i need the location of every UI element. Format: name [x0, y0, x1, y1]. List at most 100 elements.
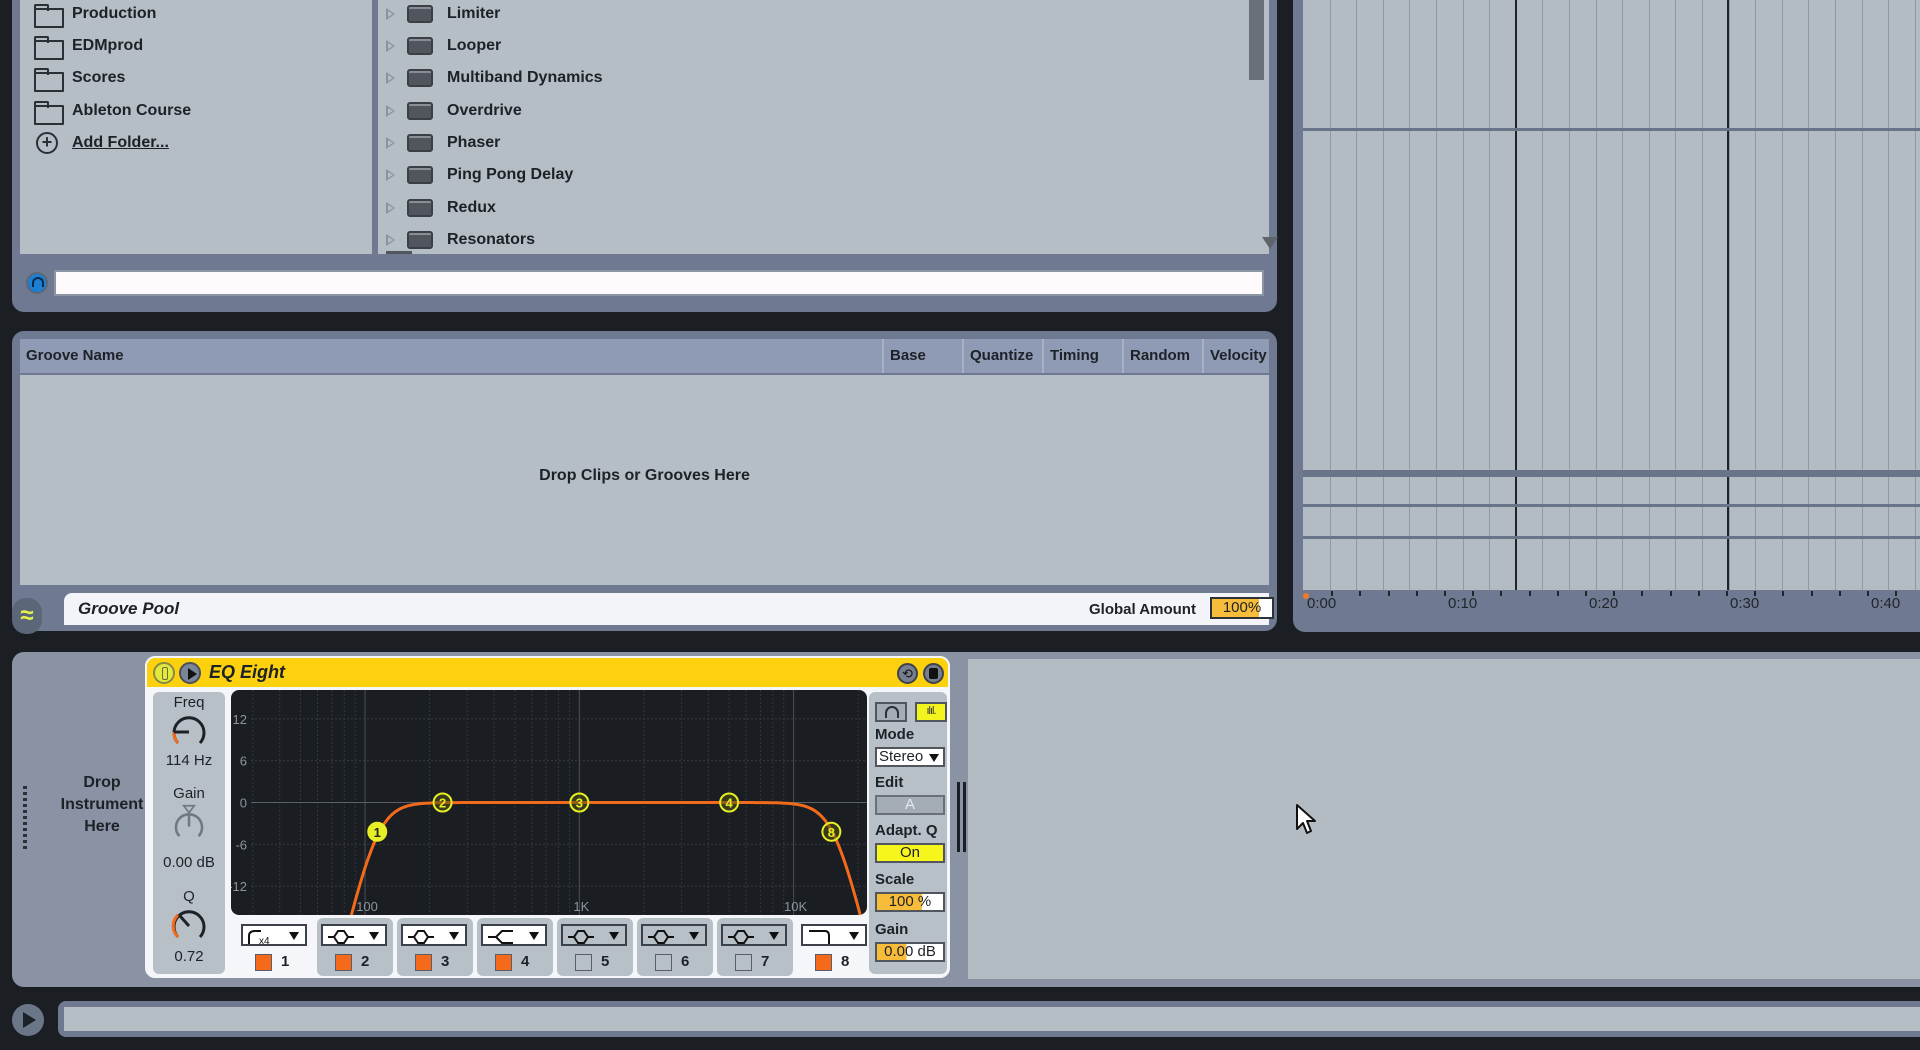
track-divider[interactable] — [1303, 470, 1920, 477]
browser-item[interactable]: Redux — [386, 193, 496, 223]
freq-value: 114 Hz — [165, 752, 213, 769]
band-on-toggle[interactable] — [575, 954, 592, 971]
edit-a-button[interactable]: A — [875, 795, 945, 815]
gain-knob[interactable] — [169, 804, 209, 844]
band-on-toggle[interactable] — [335, 954, 352, 971]
groove-table-header: Groove Name Base Quantize Timing Random … — [20, 339, 1269, 373]
device-resize-handle[interactable] — [957, 782, 966, 852]
scroll-down-arrow-icon[interactable] — [1262, 237, 1278, 249]
expand-triangle-icon[interactable] — [386, 72, 395, 84]
browser-search-input[interactable] — [54, 270, 1264, 296]
arrangement-grid[interactable] — [1303, 0, 1920, 590]
band-on-toggle[interactable] — [815, 954, 832, 971]
place-item-ableton-course[interactable]: Ableton Course — [34, 96, 191, 126]
freq-tick-label: 10K — [784, 899, 807, 914]
expand-triangle-icon[interactable] — [386, 202, 395, 214]
expand-triangle-icon[interactable] — [386, 137, 395, 149]
expand-triangle-icon[interactable] — [386, 105, 395, 117]
device-drop-area[interactable] — [968, 659, 1920, 979]
edit-label: Edit — [875, 774, 904, 791]
chevron-down-icon — [289, 932, 299, 940]
column-quantize[interactable]: Quantize — [962, 339, 1042, 373]
browser-item[interactable]: Looper — [386, 31, 501, 61]
band-filter-type-dropdown[interactable] — [721, 924, 787, 946]
mode-dropdown[interactable]: Stereo — [875, 747, 945, 767]
expand-triangle-icon[interactable] — [386, 40, 395, 52]
grid-line — [1702, 0, 1703, 590]
chevron-down-icon — [929, 754, 939, 762]
analyzer-toggle-icon[interactable]: ılıl. — [915, 702, 947, 722]
output-gain-label: Gain — [875, 921, 909, 938]
browser-item[interactable]: Limiter — [386, 0, 500, 29]
band-on-toggle[interactable] — [655, 954, 672, 971]
eq-frequency-graph[interactable]: 1260-6-121001K10K12348 — [231, 690, 867, 915]
track-divider[interactable] — [1303, 128, 1920, 131]
column-random[interactable]: Random — [1122, 339, 1202, 373]
column-base[interactable]: Base — [882, 339, 962, 373]
band-filter-type-dropdown[interactable] — [481, 924, 547, 946]
device-title-bar[interactable]: EQ Eight ⟲ — [147, 658, 948, 687]
q-knob[interactable] — [169, 906, 209, 946]
gain-value: 0.00 dB — [163, 854, 215, 871]
band-filter-type-dropdown[interactable] — [801, 924, 867, 946]
add-folder-button[interactable]: + Add Folder... — [34, 128, 169, 158]
device-save-preset-icon[interactable] — [923, 663, 944, 684]
status-play-icon[interactable] — [12, 1004, 44, 1036]
band-on-toggle[interactable] — [415, 954, 432, 971]
expand-triangle-icon[interactable] — [386, 169, 395, 181]
browser-item[interactable]: Multiband Dynamics — [386, 63, 603, 93]
device-power-icon[interactable] — [153, 662, 175, 684]
scrollbar-thumb[interactable] — [1249, 0, 1264, 80]
time-ruler[interactable]: 0:00 0:10 0:20 0:30 0:40 — [1303, 590, 1920, 620]
band-filter-type-dropdown[interactable] — [401, 924, 467, 946]
device-reset-icon[interactable]: ⟲ — [897, 663, 918, 684]
status-bar — [58, 1001, 1920, 1037]
grid-line — [1755, 0, 1757, 590]
audition-headphone-icon[interactable] — [875, 702, 907, 722]
groove-pool-toggle-icon[interactable]: ≈ — [12, 598, 42, 634]
grid-line — [1569, 0, 1570, 590]
band-marker-label: 2 — [439, 796, 446, 811]
expand-triangle-icon[interactable] — [386, 8, 395, 20]
expand-triangle-icon[interactable] — [386, 234, 395, 246]
band-on-toggle[interactable] — [255, 954, 272, 971]
scale-field[interactable]: 100 % — [875, 892, 945, 912]
track-divider[interactable] — [1303, 536, 1920, 539]
column-timing[interactable]: Timing — [1042, 339, 1122, 373]
column-groove-name[interactable]: Groove Name — [20, 339, 882, 373]
groove-drop-zone[interactable]: Drop Clips or Grooves Here — [20, 375, 1269, 585]
band-filter-type-dropdown[interactable]: x4 — [241, 924, 307, 946]
freq-knob[interactable] — [169, 712, 209, 752]
ruler-tick — [1895, 591, 1898, 596]
band-selectors: x4 1 2 3 4 5 6 7 8 — [231, 916, 867, 976]
output-gain-field[interactable]: 0.00 dB — [875, 942, 945, 962]
place-item-edmprod[interactable]: EDMprod — [34, 31, 143, 61]
drop-instrument-zone[interactable]: Drop Instrument Here — [12, 772, 162, 838]
device-hotswap-icon[interactable] — [179, 662, 201, 684]
global-amount-field[interactable]: 100% — [1210, 597, 1274, 619]
band-on-toggle[interactable] — [495, 954, 512, 971]
scale-label: Scale — [875, 871, 915, 888]
column-velocity[interactable]: Velocity — [1202, 339, 1269, 373]
eq-global-settings: ılıl. Mode Stereo Edit A Adapt. Q On Sca… — [869, 692, 947, 974]
browser-item[interactable]: Overdrive — [386, 96, 522, 126]
track-divider[interactable] — [1303, 504, 1920, 507]
band-on-toggle[interactable] — [735, 954, 752, 971]
place-item-production[interactable]: Production — [34, 0, 156, 29]
ruler-tick — [1444, 591, 1446, 596]
db-tick-label: 0 — [240, 796, 247, 811]
adapt-q-toggle[interactable]: On — [875, 843, 945, 863]
grid-line — [1462, 0, 1464, 590]
band-filter-type-dropdown[interactable] — [561, 924, 627, 946]
grid-line — [1382, 0, 1384, 590]
browser-item-label: Ping Pong Delay — [447, 166, 574, 183]
groove-pool-footer: Groove Pool Global Amount 100% — [64, 593, 1274, 625]
band-filter-type-dropdown[interactable] — [641, 924, 707, 946]
place-item-scores[interactable]: Scores — [34, 63, 125, 93]
preview-headphone-icon[interactable] — [26, 272, 48, 294]
band-filter-type-dropdown[interactable] — [321, 924, 387, 946]
browser-item[interactable]: Phaser — [386, 128, 500, 158]
grid-line — [1835, 0, 1836, 590]
device-folder-icon — [407, 37, 433, 55]
browser-item[interactable]: Ping Pong Delay — [386, 160, 573, 190]
